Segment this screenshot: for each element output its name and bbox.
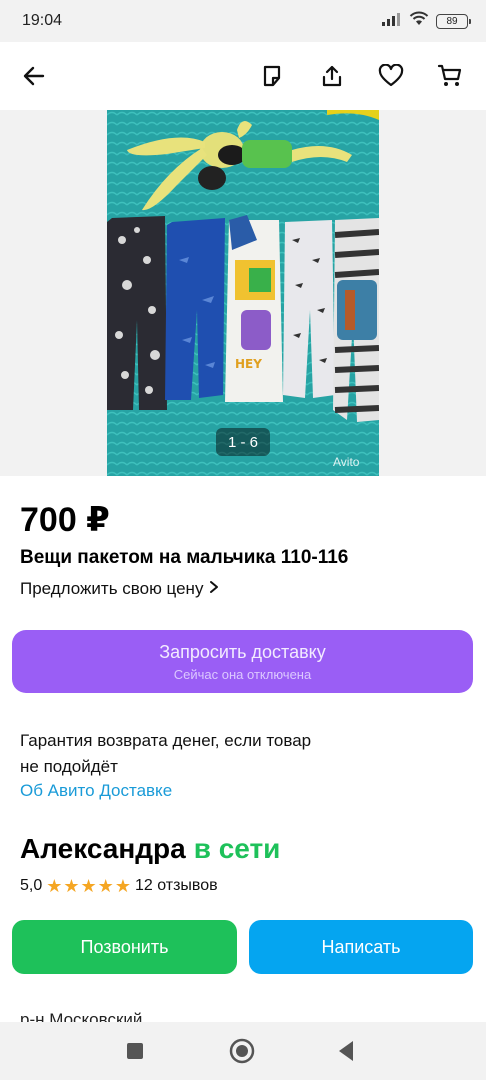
offer-price-label: Предложить свою цену [20, 579, 204, 598]
delivery-button-sublabel: Сейчас она отключена [173, 666, 312, 682]
offer-price-link[interactable]: Предложить свою цену [20, 579, 219, 599]
heart-icon[interactable] [371, 56, 411, 96]
battery-indicator: 89 [436, 13, 471, 29]
chevron-right-icon [209, 579, 219, 599]
system-nav-bar [0, 1022, 486, 1080]
seller-name[interactable]: Александра [20, 833, 186, 865]
delivery-button-label: Запросить доставку [159, 641, 326, 662]
seller-header[interactable]: Александра в сети [20, 833, 280, 865]
guarantee-text: Гарантия возврата денег, если товар не п… [20, 728, 380, 780]
call-button[interactable]: Позвонить [12, 920, 237, 974]
write-button[interactable]: Написать [249, 920, 473, 974]
write-button-label: Написать [321, 936, 401, 957]
avito-delivery-link[interactable]: Об Авито Доставке [20, 781, 172, 801]
star-icon: ★ [46, 876, 63, 896]
status-time: 19:04 [22, 12, 63, 29]
reviews-count: 12 отзывов [134, 877, 218, 894]
star-icon: ★ [97, 876, 114, 896]
photo-gallery[interactable]: HEY Avito 1 - 6 [0, 110, 486, 476]
price: 700 ₽ [20, 501, 110, 539]
wifi-icon [409, 11, 429, 31]
recents-square-icon[interactable] [126, 1042, 144, 1065]
rating-stars: ★ ★ ★ ★ ★ [46, 877, 131, 895]
seller-rating[interactable]: 5,0 ★ ★ ★ ★ ★ 12 отзывов [20, 877, 218, 895]
photo-counter: 1 - 6 [216, 428, 270, 456]
signal-icon [382, 12, 402, 31]
home-circle-icon[interactable] [229, 1038, 255, 1069]
share-icon[interactable] [312, 56, 352, 96]
rating-value: 5,0 [20, 877, 43, 894]
request-delivery-button[interactable]: Запросить доставку Сейчас она отключена [12, 630, 473, 693]
avito-watermark: Avito [333, 455, 360, 469]
app-bar [0, 42, 486, 110]
status-icons: 89 [382, 11, 471, 31]
star-icon: ★ [63, 876, 80, 896]
back-arrow-icon[interactable] [14, 56, 54, 96]
star-icon: ★ [80, 876, 97, 896]
listing-title: Вещи пакетом на мальчика 110-116 [20, 547, 349, 568]
status-bar: 19:04 89 [0, 0, 486, 42]
note-icon[interactable] [252, 56, 292, 96]
svg-text:HEY: HEY [235, 357, 262, 371]
guarantee-line-1: Гарантия возврата денег, если товар [20, 731, 312, 750]
back-triangle-icon[interactable] [337, 1040, 355, 1067]
online-status: в сети [193, 833, 281, 864]
cart-icon[interactable] [430, 56, 470, 96]
guarantee-line-2: не подойдёт [20, 757, 118, 776]
listing-photo[interactable]: HEY Avito [107, 110, 379, 476]
call-button-label: Позвонить [80, 936, 169, 957]
star-icon: ★ [114, 876, 131, 896]
